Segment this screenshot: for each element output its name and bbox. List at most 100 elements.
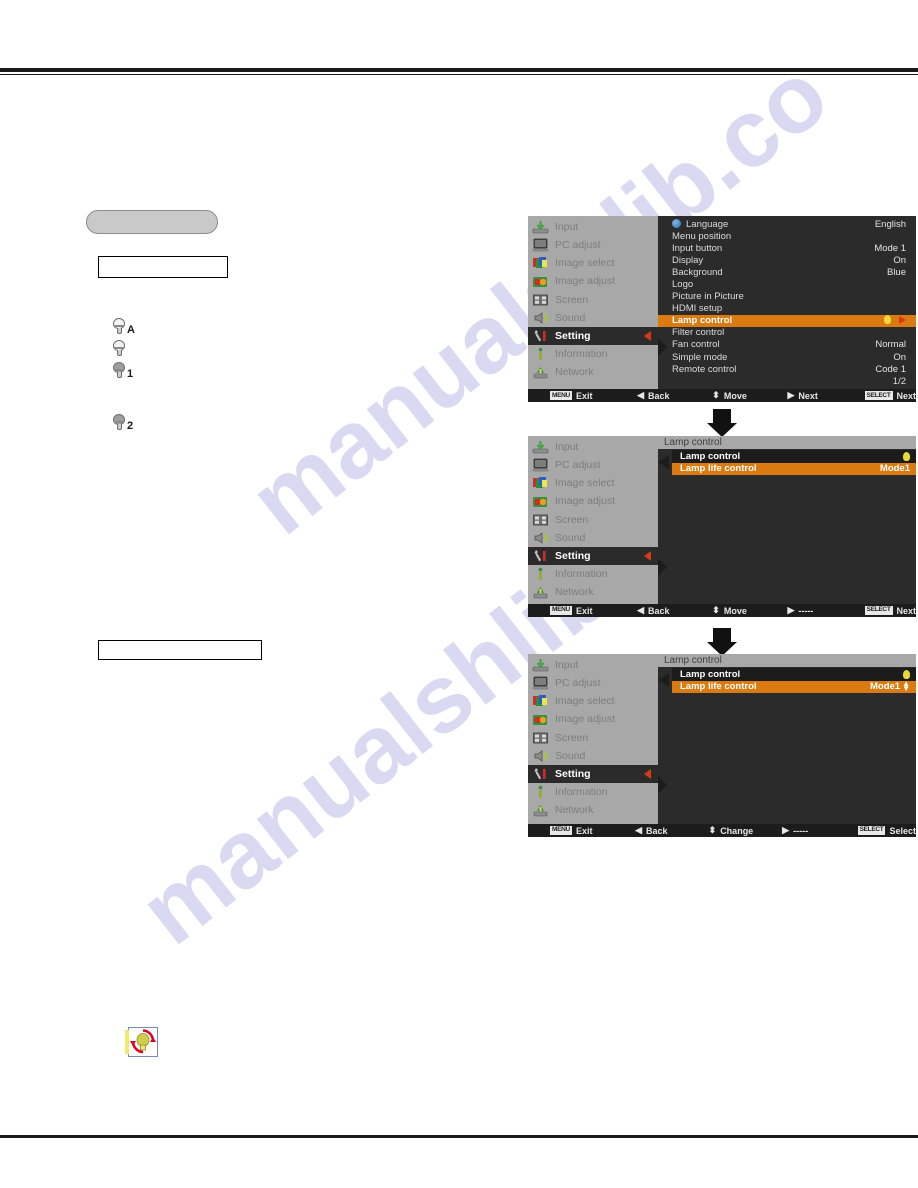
osd2-sub-panel[interactable]: Lamp control Lamp life control Mode1 [658, 449, 916, 604]
sidebar-item-input[interactable]: Input [528, 218, 658, 236]
menu-row-selected[interactable]: Lamp control [658, 314, 916, 327]
osd1-content-panel[interactable]: Language English Menu position Input butt… [658, 216, 916, 390]
menu-row-label: Simple mode [672, 351, 728, 363]
sidebar-item-image-adjust[interactable]: Image adjust [528, 711, 658, 729]
footer-exit[interactable]: MENU Exit [550, 391, 637, 401]
menu-row[interactable]: Filter control [658, 327, 916, 339]
image-select-icon [532, 256, 549, 270]
menu-row[interactable]: Picture in Picture [658, 291, 916, 303]
sidebar-item-image-select[interactable]: Image select [528, 692, 658, 710]
footer-back[interactable]: ◀ Back [635, 825, 709, 836]
sidebar-item-information[interactable]: Information [528, 783, 658, 801]
footer-exit[interactable]: MENU Exit [550, 826, 635, 836]
sidebar-item-setting[interactable]: Setting [528, 765, 658, 784]
footer-exit[interactable]: MENU Exit [550, 606, 637, 616]
footer-back[interactable]: ◀ Back [637, 390, 712, 401]
footer-dashes[interactable]: ▶ ----- [782, 825, 857, 836]
osd1-sidebar[interactable]: Input PC adjust Image select Image adjus… [528, 216, 658, 390]
sidebar-item-pc-adjust[interactable]: PC adjust [528, 674, 658, 692]
sub-menu-row[interactable]: Lamp control [672, 668, 916, 681]
menu-row[interactable]: Simple mode On [658, 351, 916, 363]
sub-row-value: Mode1 [879, 463, 910, 475]
network-icon [532, 804, 549, 818]
menu-row[interactable]: Input button Mode 1 [658, 242, 916, 254]
sidebar-item-screen[interactable]: Screen [528, 511, 658, 529]
menu-row[interactable]: Remote control Code 1 [658, 363, 916, 375]
sidebar-item-image-adjust[interactable]: Image adjust [528, 273, 658, 291]
menu-row[interactable]: Display On [658, 254, 916, 266]
menu-row[interactable]: Logo [658, 278, 916, 290]
image-adjust-icon [532, 713, 549, 727]
osd2-sidebar[interactable]: Input PC adjust Image select Image adjus… [528, 436, 658, 604]
osd-lamp-life-control-adjust[interactable]: Input PC adjust Image select Image adjus… [528, 654, 916, 837]
sidebar-item-image-adjust[interactable]: Image adjust [528, 493, 658, 511]
footer-dashes[interactable]: ▶ ----- [787, 605, 864, 616]
sidebar-label: Network [555, 366, 594, 379]
footer-select-next[interactable]: SELECT Next [864, 606, 916, 616]
sub-menu-row[interactable]: Lamp control [672, 450, 916, 463]
sub-menu-row-selected[interactable]: Lamp life control Mode1 [672, 462, 916, 475]
menu-row-label: Logo [672, 279, 694, 291]
sidebar-item-pc-adjust[interactable]: PC adjust [528, 236, 658, 254]
header-rule-thin [0, 74, 918, 75]
sidebar-item-sound[interactable]: Sound [528, 309, 658, 327]
sidebar-item-network[interactable]: Network [528, 364, 658, 382]
menu-row[interactable]: Background Blue [658, 266, 916, 278]
osd-setting-menu[interactable]: Input PC adjust Image select Image adjus… [528, 216, 916, 403]
sidebar-item-network[interactable]: Network [528, 584, 658, 602]
sidebar-item-input[interactable]: Input [528, 656, 658, 674]
osd2-content-panel[interactable]: Lamp control Lamp control Lamp life cont… [658, 436, 916, 604]
flow-arrow-down-2 [707, 628, 737, 656]
sub-menu-row-selected[interactable]: Lamp life control Mode1 ▲ ▼ [672, 679, 916, 693]
sidebar-label: Screen [555, 293, 589, 306]
footer-change[interactable]: ⬍ Change [709, 825, 783, 836]
sidebar-item-pc-adjust[interactable]: PC adjust [528, 456, 658, 474]
select-key-badge: SELECT [864, 391, 893, 401]
sidebar-item-sound[interactable]: Sound [528, 747, 658, 765]
sidebar-item-sound[interactable]: Sound [528, 529, 658, 547]
left-arrow-icon: ◀ [637, 390, 644, 401]
up-down-spinner-icon[interactable]: ▲ ▼ [902, 679, 910, 692]
footer-move[interactable]: ⬍ Move [712, 390, 787, 401]
sidebar-item-image-select[interactable]: Image select [528, 474, 658, 492]
sidebar-item-information[interactable]: Information [528, 345, 658, 363]
menu-row[interactable]: Fan control Normal [658, 339, 916, 351]
osd-lamp-control-submenu[interactable]: Input PC adjust Image select Image adjus… [528, 436, 916, 617]
footer-move[interactable]: ⬍ Move [712, 605, 787, 616]
input-icon [532, 658, 549, 672]
menu-row[interactable]: HDMI setup [658, 303, 916, 315]
menu-row-label: Menu position [672, 230, 732, 242]
footer-back[interactable]: ◀ Back [637, 605, 712, 616]
sidebar-label: Image select [555, 695, 615, 708]
sound-icon [532, 749, 549, 763]
up-down-arrow-icon: ⬍ [712, 390, 720, 401]
osd3-sub-panel[interactable]: Lamp control Lamp life control Mode1 ▲ ▼ [658, 667, 916, 824]
lamp-icon [903, 669, 910, 679]
osd2-footer: MENU Exit ◀ Back ⬍ Move ▶ ----- SELECT Next [528, 604, 916, 617]
screen-icon [532, 513, 549, 527]
sidebar-item-setting[interactable]: Setting [528, 547, 658, 566]
sidebar-item-information[interactable]: Information [528, 565, 658, 583]
sidebar-label: Sound [555, 311, 586, 324]
sidebar-label: Screen [555, 731, 589, 744]
sidebar-item-setting[interactable]: Setting [528, 327, 658, 346]
osd3-sidebar[interactable]: Input PC adjust Image select Image adjus… [528, 654, 658, 824]
sidebar-item-network[interactable]: Network [528, 802, 658, 820]
menu-row[interactable]: Menu position [658, 230, 916, 242]
sidebar-item-screen[interactable]: Screen [528, 729, 658, 747]
menu-row[interactable]: Language English [658, 218, 916, 230]
up-down-arrow-icon: ⬍ [712, 605, 720, 615]
sidebar-item-image-select[interactable]: Image select [528, 254, 658, 272]
footer-select[interactable]: SELECT Select [857, 826, 916, 836]
sidebar-label: Input [555, 440, 579, 453]
sidebar-label: Image select [555, 257, 615, 270]
lamp-auto-suffix: A [127, 324, 135, 336]
footer-select-next[interactable]: SELECT Next [864, 391, 916, 401]
footer-next-arrow[interactable]: ▶ Next [787, 390, 864, 401]
screen-icon [532, 731, 549, 745]
lamp-eco2-icon: 2 [112, 414, 133, 432]
sidebar-item-screen[interactable]: Screen [528, 291, 658, 309]
osd3-content-panel[interactable]: Lamp control Lamp control Lamp life cont… [658, 654, 916, 824]
sidebar-item-input[interactable]: Input [528, 438, 658, 456]
menu-row-label: Display [672, 254, 704, 266]
